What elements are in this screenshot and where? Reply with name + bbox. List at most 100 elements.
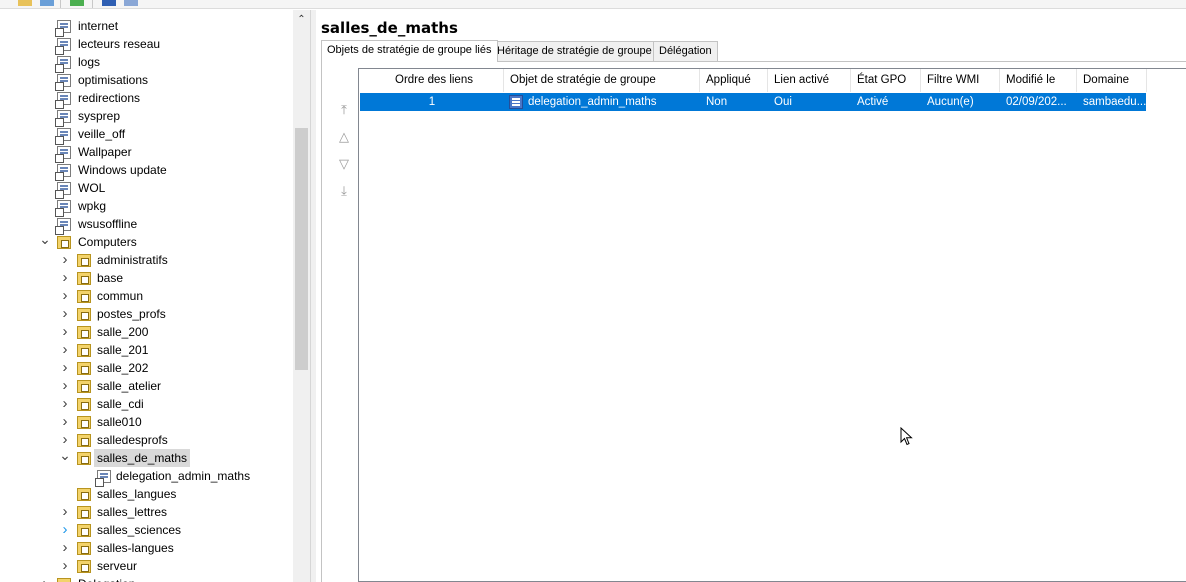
tree-item-ou[interactable]: › salle010 xyxy=(0,413,292,431)
chevron-down-icon[interactable]: ⌄ xyxy=(58,448,72,467)
console-icon[interactable] xyxy=(40,0,54,6)
tree-item-gpo[interactable]: Windows update xyxy=(0,161,292,181)
tree-scrollbar[interactable]: ⌃ xyxy=(293,10,310,582)
toolbar-separator xyxy=(60,0,61,8)
chevron-right-icon[interactable]: › xyxy=(58,305,72,323)
tree-item-label: redirections xyxy=(78,91,141,105)
table-row[interactable]: 1 delegation_admin_maths Non Oui Activé … xyxy=(360,93,1146,111)
column-header-ordre[interactable]: ︿ Ordre des liens xyxy=(359,69,504,92)
tree-item-ou[interactable]: › Delegation xyxy=(0,575,292,582)
tree-item-gpo[interactable]: WOL xyxy=(0,179,292,199)
tree-item-ou[interactable]: › postes_profs xyxy=(0,305,292,323)
tree-item-gpo[interactable]: optimisations xyxy=(0,71,292,91)
tree-item-label: salle_cdi xyxy=(97,397,144,411)
gpo-link-icon xyxy=(55,74,71,91)
tree-item-label: serveur xyxy=(97,559,138,573)
chevron-right-icon[interactable]: › xyxy=(58,251,72,269)
tree-item-ou[interactable]: › salle_200 xyxy=(0,323,292,341)
tree-item-ou[interactable]: › salledesprofs xyxy=(0,431,292,449)
tree-item-ou[interactable]: › salle_201 xyxy=(0,341,292,359)
toolbar-separator xyxy=(92,0,93,8)
chevron-right-icon[interactable]: › xyxy=(58,287,72,305)
tree-item-ou[interactable]: › serveur xyxy=(0,557,292,575)
tree-item-gpo[interactable]: Wallpaper xyxy=(0,143,292,163)
gpo-link-icon xyxy=(55,56,71,73)
tree-item-gpo[interactable]: veille_off xyxy=(0,125,292,145)
tree-item-ou[interactable]: salles_langues xyxy=(0,485,292,503)
column-header-applique[interactable]: Appliqué xyxy=(700,69,768,92)
sort-ascending-icon: ︿ xyxy=(429,72,437,81)
chevron-down-icon[interactable]: ⌄ xyxy=(38,232,52,251)
organizational-unit-icon xyxy=(77,380,91,393)
folder-icon[interactable] xyxy=(18,0,32,6)
column-header-lien-active[interactable]: Lien activé xyxy=(768,69,851,92)
scrollbar-thumb[interactable] xyxy=(295,128,308,370)
refresh-icon[interactable] xyxy=(70,0,84,6)
pane-splitter[interactable] xyxy=(310,10,316,582)
tree-item-ou[interactable]: › salle_atelier xyxy=(0,377,292,395)
chevron-right-icon[interactable]: › xyxy=(58,377,72,395)
chevron-right-icon[interactable]: › xyxy=(58,539,72,557)
tab-delegation[interactable]: Délégation xyxy=(653,41,718,61)
linked-gpos-table: ︿ Ordre des liens Objet de stratégie de … xyxy=(358,68,1186,582)
move-bottom-icon[interactable]: ⤓ xyxy=(336,183,352,199)
tab-inheritance[interactable]: Héritage de stratégie de groupe xyxy=(491,41,658,61)
cell-domaine: sambaedu... xyxy=(1083,96,1146,108)
tree-item-label: delegation_admin_maths xyxy=(116,469,251,483)
tree-item-ou[interactable]: › salles_lettres xyxy=(0,503,292,521)
column-header-modifie[interactable]: Modifié le xyxy=(1000,69,1077,92)
tab-linked-gpos[interactable]: Objets de stratégie de groupe liés xyxy=(321,40,498,62)
cell-gpo-label: delegation_admin_maths xyxy=(528,96,657,108)
tree-item-ou[interactable]: ⌄ salles_de_maths xyxy=(0,448,292,467)
column-header-domaine[interactable]: Domaine xyxy=(1077,69,1147,92)
column-header-gpo[interactable]: Objet de stratégie de groupe xyxy=(504,69,700,92)
chevron-right-icon[interactable]: › xyxy=(58,341,72,359)
move-down-icon[interactable]: ▽ xyxy=(336,156,352,172)
chevron-right-icon[interactable]: › xyxy=(58,269,72,287)
scroll-up-arrow-icon[interactable]: ⌃ xyxy=(293,14,310,28)
tree-item-gpo[interactable]: lecteurs reseau xyxy=(0,35,292,55)
tree-item-ou[interactable]: › salles_sciences xyxy=(0,521,292,539)
tree-item-label: WOL xyxy=(78,181,106,195)
cell-etat-gpo: Activé xyxy=(857,96,889,108)
move-up-icon[interactable]: △ xyxy=(336,129,352,145)
chevron-right-icon[interactable]: › xyxy=(58,503,72,521)
tree-item-ou[interactable]: › salle_cdi xyxy=(0,395,292,413)
tree-item-gpo[interactable]: sysprep xyxy=(0,107,292,127)
organizational-unit-icon xyxy=(77,542,91,555)
tree-item-label: wsusoffline xyxy=(78,217,138,231)
chevron-right-icon[interactable]: › xyxy=(38,575,52,582)
tree-item-ou[interactable]: ⌄ Computers xyxy=(0,232,292,251)
move-top-icon[interactable]: ⤒ xyxy=(336,102,352,118)
chevron-right-icon[interactable]: › xyxy=(58,521,72,539)
tree-item-ou[interactable]: › commun xyxy=(0,287,292,305)
tree-item-ou[interactable]: › salle_202 xyxy=(0,359,292,377)
gpo-link-icon xyxy=(55,92,71,109)
column-header-filtre-wmi[interactable]: Filtre WMI xyxy=(921,69,1000,92)
linked-gpos-panel: ⤒ △ ▽ ⤓ ︿ Ordre des liens Objet de strat… xyxy=(321,62,1186,582)
tree-item-gpo[interactable]: internet xyxy=(0,17,292,37)
tree-item-label: salles_lettres xyxy=(97,505,168,519)
chevron-right-icon[interactable]: › xyxy=(58,557,72,575)
cell-modifie: 02/09/202... xyxy=(1006,96,1067,108)
tree-item-gpo[interactable]: logs xyxy=(0,53,292,73)
chevron-right-icon[interactable]: › xyxy=(58,323,72,341)
tree-item-label: salles_sciences xyxy=(97,523,182,537)
organizational-unit-icon xyxy=(77,272,91,285)
table-header: ︿ Ordre des liens Objet de stratégie de … xyxy=(359,69,1186,92)
tree-item-gpo[interactable]: wpkg xyxy=(0,197,292,217)
tree-item-ou[interactable]: › administratifs xyxy=(0,251,292,269)
chevron-right-icon[interactable]: › xyxy=(58,359,72,377)
properties-icon[interactable] xyxy=(124,0,138,6)
tree-item-gpo[interactable]: redirections xyxy=(0,89,292,109)
tree-item-label: lecteurs reseau xyxy=(78,37,161,51)
column-header-etat-gpo[interactable]: État GPO xyxy=(851,69,921,92)
organizational-unit-icon xyxy=(77,560,91,573)
tree-item-gpo[interactable]: delegation_admin_maths xyxy=(0,467,292,487)
help-icon[interactable] xyxy=(102,0,116,6)
chevron-right-icon[interactable]: › xyxy=(58,413,72,431)
chevron-right-icon[interactable]: › xyxy=(58,395,72,413)
gpo-link-icon xyxy=(509,95,523,109)
tree-item-ou[interactable]: › salles-langues xyxy=(0,539,292,557)
tree-item-ou[interactable]: › base xyxy=(0,269,292,287)
